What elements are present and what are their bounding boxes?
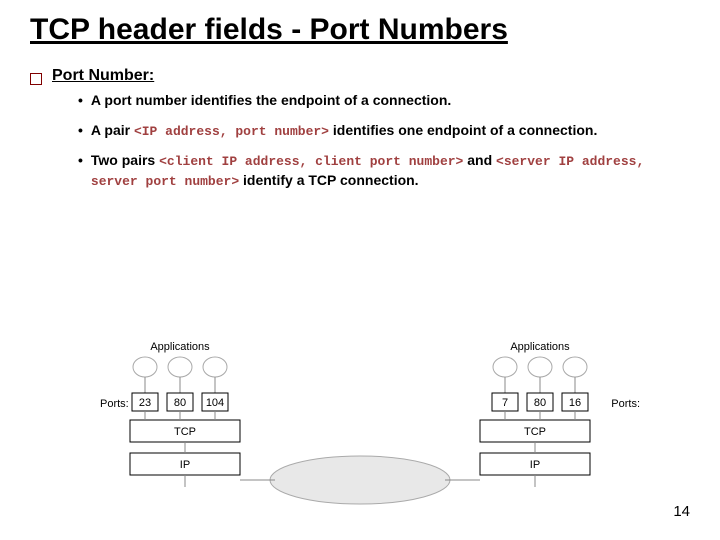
ip-label-left: IP bbox=[180, 459, 190, 471]
code-snippet: <client IP address, client port number> bbox=[159, 154, 463, 169]
page-number: 14 bbox=[673, 503, 690, 520]
network-cloud-icon bbox=[270, 456, 450, 504]
list-item: • Two pairs <client IP address, client p… bbox=[78, 151, 690, 191]
bullet-text: A pair <IP address, port number> identif… bbox=[91, 121, 597, 141]
bullet-text: A port number identifies the endpoint of… bbox=[91, 91, 451, 111]
bullet-square-icon bbox=[30, 73, 42, 85]
port-num: 80 bbox=[174, 397, 186, 409]
section-heading: Port Number: bbox=[52, 67, 154, 85]
apps-label-right: Applications bbox=[510, 341, 570, 353]
port-num: 7 bbox=[502, 397, 508, 409]
tcp-label-right: TCP bbox=[524, 426, 546, 438]
code-snippet: <IP address, port number> bbox=[134, 124, 329, 139]
bullet-dot-icon: • bbox=[78, 151, 83, 191]
slide-title: TCP header fields - Port Numbers bbox=[30, 10, 690, 49]
ports-label-left: Ports: bbox=[100, 398, 129, 410]
port-num: 16 bbox=[569, 397, 581, 409]
bullet-dot-icon: • bbox=[78, 91, 83, 111]
ports-label-right: Ports: bbox=[611, 398, 640, 410]
port-num: 23 bbox=[139, 397, 151, 409]
list-item: • A pair <IP address, port number> ident… bbox=[78, 121, 690, 141]
tcp-diagram: Applications Ports: 23 80 104 TCP IP App… bbox=[100, 335, 640, 505]
port-num: 104 bbox=[206, 397, 224, 409]
tcp-label-left: TCP bbox=[174, 426, 196, 438]
bullet-dot-icon: • bbox=[78, 121, 83, 141]
apps-label-left: Applications bbox=[150, 341, 210, 353]
port-num: 80 bbox=[534, 397, 546, 409]
ip-label-right: IP bbox=[530, 459, 540, 471]
bullet-text: Two pairs <client IP address, client por… bbox=[91, 151, 690, 191]
list-item: • A port number identifies the endpoint … bbox=[78, 91, 690, 111]
